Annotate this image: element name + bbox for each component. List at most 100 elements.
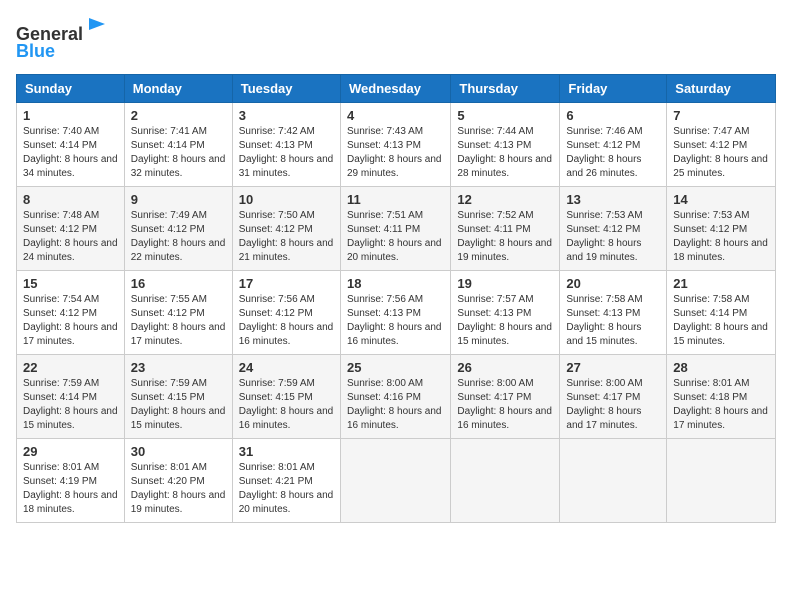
day-info: Sunrise: 7:48 AMSunset: 4:12 PMDaylight:…	[23, 210, 118, 263]
day-info: Sunrise: 7:59 AMSunset: 4:14 PMDaylight:…	[23, 378, 118, 431]
day-number: 28	[673, 360, 769, 375]
day-info: Sunrise: 7:56 AMSunset: 4:13 PMDaylight:…	[347, 294, 442, 347]
calendar-cell: 29 Sunrise: 8:01 AMSunset: 4:19 PMDaylig…	[17, 438, 125, 522]
day-number: 3	[239, 108, 334, 123]
day-info: Sunrise: 7:40 AMSunset: 4:14 PMDaylight:…	[23, 126, 118, 179]
calendar-cell: 12 Sunrise: 7:52 AMSunset: 4:11 PMDaylig…	[451, 186, 560, 270]
day-info: Sunrise: 7:47 AMSunset: 4:12 PMDaylight:…	[673, 126, 768, 179]
day-info: Sunrise: 8:01 AMSunset: 4:18 PMDaylight:…	[673, 378, 768, 431]
day-info: Sunrise: 7:57 AMSunset: 4:13 PMDaylight:…	[457, 294, 552, 347]
calendar-cell	[667, 438, 776, 522]
day-info: Sunrise: 7:42 AMSunset: 4:13 PMDaylight:…	[239, 126, 334, 179]
calendar-cell: 18 Sunrise: 7:56 AMSunset: 4:13 PMDaylig…	[340, 270, 450, 354]
calendar-cell: 7 Sunrise: 7:47 AMSunset: 4:12 PMDayligh…	[667, 102, 776, 186]
day-number: 24	[239, 360, 334, 375]
day-info: Sunrise: 7:43 AMSunset: 4:13 PMDaylight:…	[347, 126, 442, 179]
calendar-cell: 3 Sunrise: 7:42 AMSunset: 4:13 PMDayligh…	[232, 102, 340, 186]
calendar-week-5: 29 Sunrise: 8:01 AMSunset: 4:19 PMDaylig…	[17, 438, 776, 522]
calendar-cell: 22 Sunrise: 7:59 AMSunset: 4:14 PMDaylig…	[17, 354, 125, 438]
day-number: 26	[457, 360, 553, 375]
day-number: 16	[131, 276, 226, 291]
day-number: 10	[239, 192, 334, 207]
day-number: 18	[347, 276, 444, 291]
calendar-cell: 28 Sunrise: 8:01 AMSunset: 4:18 PMDaylig…	[667, 354, 776, 438]
calendar-cell: 9 Sunrise: 7:49 AMSunset: 4:12 PMDayligh…	[124, 186, 232, 270]
calendar-cell: 15 Sunrise: 7:54 AMSunset: 4:12 PMDaylig…	[17, 270, 125, 354]
calendar-body: 1 Sunrise: 7:40 AMSunset: 4:14 PMDayligh…	[17, 102, 776, 522]
calendar-cell: 11 Sunrise: 7:51 AMSunset: 4:11 PMDaylig…	[340, 186, 450, 270]
day-number: 25	[347, 360, 444, 375]
page-header: General Blue	[16, 16, 776, 62]
calendar-cell: 23 Sunrise: 7:59 AMSunset: 4:15 PMDaylig…	[124, 354, 232, 438]
calendar-cell	[560, 438, 667, 522]
calendar-cell: 30 Sunrise: 8:01 AMSunset: 4:20 PMDaylig…	[124, 438, 232, 522]
calendar-cell: 19 Sunrise: 7:57 AMSunset: 4:13 PMDaylig…	[451, 270, 560, 354]
calendar-table: SundayMondayTuesdayWednesdayThursdayFrid…	[16, 74, 776, 523]
calendar-cell: 24 Sunrise: 7:59 AMSunset: 4:15 PMDaylig…	[232, 354, 340, 438]
calendar-week-3: 15 Sunrise: 7:54 AMSunset: 4:12 PMDaylig…	[17, 270, 776, 354]
day-number: 19	[457, 276, 553, 291]
calendar-cell: 10 Sunrise: 7:50 AMSunset: 4:12 PMDaylig…	[232, 186, 340, 270]
day-number: 7	[673, 108, 769, 123]
day-number: 13	[566, 192, 660, 207]
calendar-week-1: 1 Sunrise: 7:40 AMSunset: 4:14 PMDayligh…	[17, 102, 776, 186]
day-info: Sunrise: 8:00 AMSunset: 4:16 PMDaylight:…	[347, 378, 442, 431]
day-number: 30	[131, 444, 226, 459]
day-number: 9	[131, 192, 226, 207]
day-number: 22	[23, 360, 118, 375]
day-info: Sunrise: 7:50 AMSunset: 4:12 PMDaylight:…	[239, 210, 334, 263]
weekday-sunday: Sunday	[17, 74, 125, 102]
day-number: 17	[239, 276, 334, 291]
weekday-saturday: Saturday	[667, 74, 776, 102]
calendar-cell	[451, 438, 560, 522]
calendar-cell: 14 Sunrise: 7:53 AMSunset: 4:12 PMDaylig…	[667, 186, 776, 270]
day-number: 6	[566, 108, 660, 123]
calendar-cell: 8 Sunrise: 7:48 AMSunset: 4:12 PMDayligh…	[17, 186, 125, 270]
day-number: 23	[131, 360, 226, 375]
weekday-wednesday: Wednesday	[340, 74, 450, 102]
day-info: Sunrise: 8:01 AMSunset: 4:21 PMDaylight:…	[239, 462, 334, 515]
calendar-cell: 6 Sunrise: 7:46 AMSunset: 4:12 PMDayligh…	[560, 102, 667, 186]
day-info: Sunrise: 7:59 AMSunset: 4:15 PMDaylight:…	[239, 378, 334, 431]
day-number: 14	[673, 192, 769, 207]
weekday-thursday: Thursday	[451, 74, 560, 102]
calendar-week-4: 22 Sunrise: 7:59 AMSunset: 4:14 PMDaylig…	[17, 354, 776, 438]
calendar-cell: 31 Sunrise: 8:01 AMSunset: 4:21 PMDaylig…	[232, 438, 340, 522]
calendar-cell: 20 Sunrise: 7:58 AMSunset: 4:13 PMDaylig…	[560, 270, 667, 354]
day-info: Sunrise: 8:01 AMSunset: 4:20 PMDaylight:…	[131, 462, 226, 515]
logo-blue: Blue	[16, 41, 55, 62]
day-info: Sunrise: 7:52 AMSunset: 4:11 PMDaylight:…	[457, 210, 552, 263]
day-number: 27	[566, 360, 660, 375]
day-number: 31	[239, 444, 334, 459]
calendar-cell: 2 Sunrise: 7:41 AMSunset: 4:14 PMDayligh…	[124, 102, 232, 186]
day-info: Sunrise: 8:00 AMSunset: 4:17 PMDaylight:…	[566, 378, 642, 431]
day-info: Sunrise: 7:56 AMSunset: 4:12 PMDaylight:…	[239, 294, 334, 347]
day-number: 12	[457, 192, 553, 207]
calendar-cell: 26 Sunrise: 8:00 AMSunset: 4:17 PMDaylig…	[451, 354, 560, 438]
calendar-cell: 4 Sunrise: 7:43 AMSunset: 4:13 PMDayligh…	[340, 102, 450, 186]
day-info: Sunrise: 7:55 AMSunset: 4:12 PMDaylight:…	[131, 294, 226, 347]
day-info: Sunrise: 7:59 AMSunset: 4:15 PMDaylight:…	[131, 378, 226, 431]
day-info: Sunrise: 7:41 AMSunset: 4:14 PMDaylight:…	[131, 126, 226, 179]
day-number: 4	[347, 108, 444, 123]
weekday-friday: Friday	[560, 74, 667, 102]
day-info: Sunrise: 7:58 AMSunset: 4:14 PMDaylight:…	[673, 294, 768, 347]
logo-flag-icon	[85, 16, 109, 40]
day-number: 8	[23, 192, 118, 207]
weekday-tuesday: Tuesday	[232, 74, 340, 102]
calendar-cell: 16 Sunrise: 7:55 AMSunset: 4:12 PMDaylig…	[124, 270, 232, 354]
logo: General Blue	[16, 16, 109, 62]
day-info: Sunrise: 7:44 AMSunset: 4:13 PMDaylight:…	[457, 126, 552, 179]
calendar-cell: 13 Sunrise: 7:53 AMSunset: 4:12 PMDaylig…	[560, 186, 667, 270]
day-info: Sunrise: 7:51 AMSunset: 4:11 PMDaylight:…	[347, 210, 442, 263]
calendar-cell: 25 Sunrise: 8:00 AMSunset: 4:16 PMDaylig…	[340, 354, 450, 438]
calendar-cell: 17 Sunrise: 7:56 AMSunset: 4:12 PMDaylig…	[232, 270, 340, 354]
day-number: 2	[131, 108, 226, 123]
day-number: 20	[566, 276, 660, 291]
day-number: 29	[23, 444, 118, 459]
day-info: Sunrise: 7:53 AMSunset: 4:12 PMDaylight:…	[566, 210, 642, 263]
day-number: 5	[457, 108, 553, 123]
day-number: 15	[23, 276, 118, 291]
day-info: Sunrise: 7:54 AMSunset: 4:12 PMDaylight:…	[23, 294, 118, 347]
weekday-monday: Monday	[124, 74, 232, 102]
